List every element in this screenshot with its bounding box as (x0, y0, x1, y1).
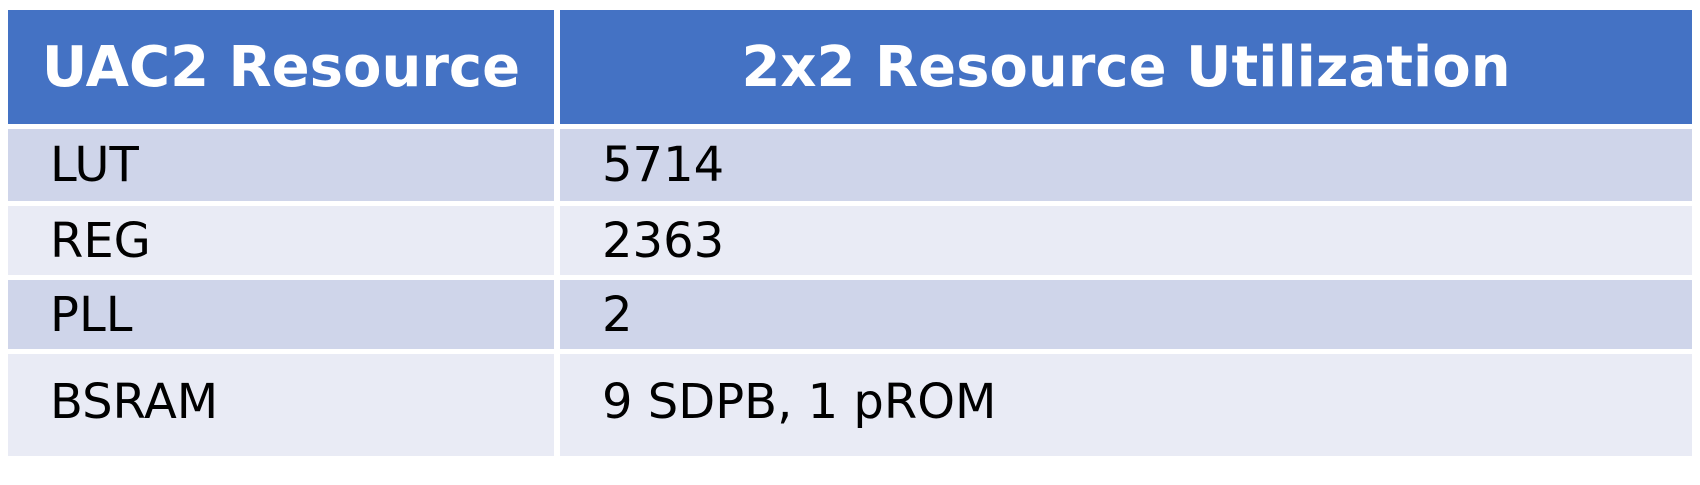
cell-utilization-bsram: 9 SDPB, 1 pROM (560, 354, 1692, 456)
header-resource-utilization: 2x2 Resource Utilization (560, 10, 1692, 124)
cell-utilization-reg: 2363 (560, 206, 1692, 275)
cell-utilization-pll: 2 (560, 280, 1692, 349)
cell-resource-bsram: BSRAM (8, 354, 554, 456)
cell-resource-lut: LUT (8, 129, 554, 201)
cell-utilization-lut: 5714 (560, 129, 1692, 201)
cell-resource-reg: REG (8, 206, 554, 275)
header-uac2-resource: UAC2 Resource (8, 10, 554, 124)
cell-resource-pll: PLL (8, 280, 554, 349)
resource-utilization-table: UAC2 Resource 2x2 Resource Utilization L… (8, 10, 1692, 456)
